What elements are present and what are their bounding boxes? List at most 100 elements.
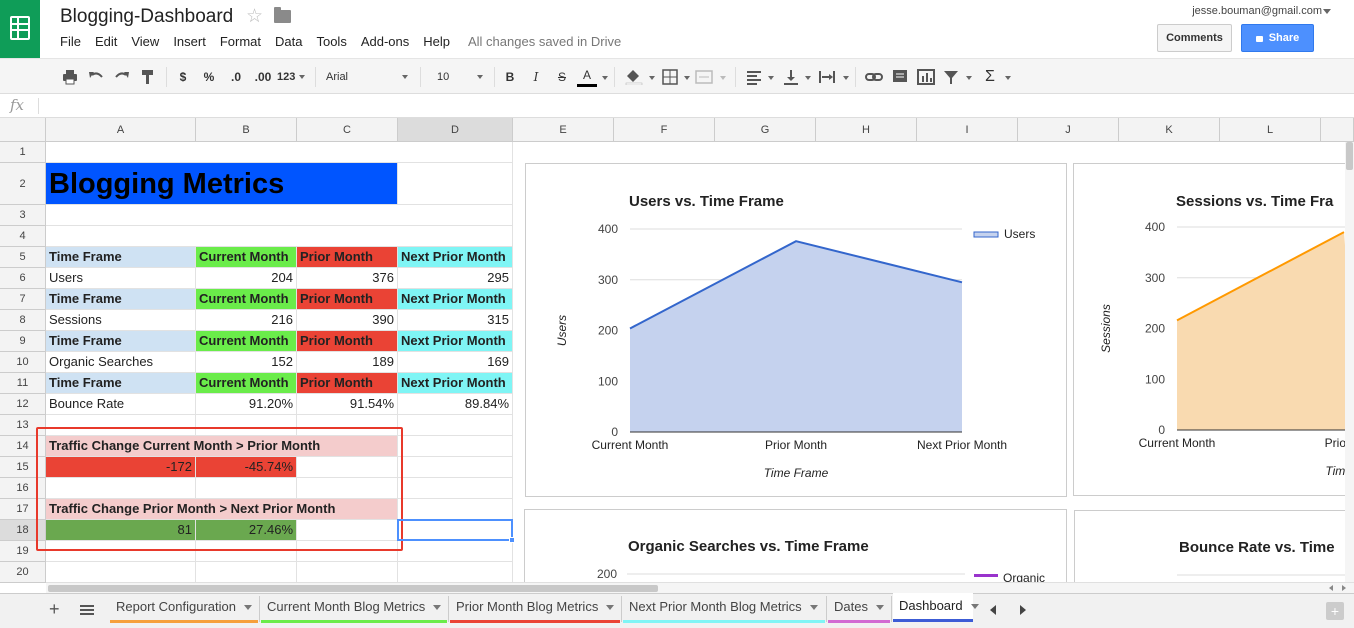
row-header[interactable]: 20 (0, 562, 46, 583)
fill-handle[interactable] (509, 537, 515, 543)
italic-button[interactable]: I (529, 67, 543, 87)
users-nextprior-cell[interactable]: 295 (398, 268, 513, 289)
spreadsheet-grid[interactable]: A B C D E F G H I J K L 1 2 3 4 5 6 7 8 … (0, 118, 1354, 593)
row-header[interactable]: 10 (0, 352, 46, 373)
organic-label-cell[interactable]: Organic Searches (46, 352, 196, 373)
sessions-current-cell[interactable]: 216 (196, 310, 297, 331)
menu-edit[interactable]: Edit (95, 34, 117, 49)
prior-month-header-cell[interactable]: Prior Month (297, 247, 398, 268)
text-wrapping-icon[interactable] (818, 69, 836, 85)
row-header[interactable]: 4 (0, 226, 46, 247)
bounce-nextprior-cell[interactable]: 89.84% (398, 394, 513, 415)
folder-icon[interactable] (274, 7, 291, 23)
row-header[interactable]: 1 (0, 142, 46, 163)
row-header[interactable]: 9 (0, 331, 46, 352)
row-header[interactable]: 8 (0, 310, 46, 331)
number-format-dropdown[interactable]: 123 (277, 67, 306, 87)
chevron-down-icon[interactable] (805, 76, 811, 80)
menu-tools[interactable]: Tools (316, 34, 346, 49)
column-header[interactable]: G (715, 118, 816, 142)
chevron-down-icon[interactable] (649, 76, 655, 80)
tab-dates[interactable]: Dates (828, 594, 890, 623)
sessions-prior-cell[interactable]: 390 (297, 310, 398, 331)
timeframe-header-cell[interactable]: Time Frame (46, 331, 196, 352)
comments-button[interactable]: Comments (1157, 24, 1232, 52)
chevron-down-icon[interactable] (684, 76, 690, 80)
currency-format-button[interactable]: $ (176, 67, 190, 87)
bounce-label-cell[interactable]: Bounce Rate (46, 394, 196, 415)
organic-nextprior-cell[interactable]: 169 (398, 352, 513, 373)
horizontal-scroll-thumb[interactable] (48, 585, 658, 592)
menu-format[interactable]: Format (220, 34, 261, 49)
bounce-prior-cell[interactable]: 91.54% (297, 394, 398, 415)
increase-decimal-button[interactable]: .00 (252, 67, 274, 87)
functions-icon[interactable]: Σ (983, 67, 997, 87)
account-email[interactable]: jesse.bouman@gmail.com (1192, 5, 1322, 17)
sessions-nextprior-cell[interactable]: 315 (398, 310, 513, 331)
menu-data[interactable]: Data (275, 34, 302, 49)
formula-input[interactable] (46, 94, 1346, 117)
row-header[interactable]: 11 (0, 373, 46, 394)
document-title[interactable]: Blogging-Dashboard (60, 6, 233, 28)
timeframe-header-cell[interactable]: Time Frame (46, 247, 196, 268)
bold-button[interactable]: B (503, 67, 517, 87)
tab-next-prior-month-blog-metrics[interactable]: Next Prior Month Blog Metrics (623, 594, 825, 623)
row-header[interactable]: 12 (0, 394, 46, 415)
explore-icon[interactable]: + (1326, 602, 1344, 620)
chevron-down-icon[interactable] (602, 76, 608, 80)
column-header[interactable]: I (917, 118, 1018, 142)
column-header[interactable]: C (297, 118, 398, 142)
column-header[interactable]: K (1119, 118, 1220, 142)
row-header[interactable]: 6 (0, 268, 46, 289)
decrease-decimal-button[interactable]: .0 (226, 67, 246, 87)
insert-link-icon[interactable] (865, 69, 883, 85)
timeframe-header-cell[interactable]: Time Frame (46, 373, 196, 394)
organic-chart[interactable]: Organic Searches vs. Time Frame 200 Orga… (524, 509, 1067, 593)
vertical-scrollbar[interactable] (1345, 142, 1354, 582)
column-header[interactable]: L (1220, 118, 1321, 142)
row-header[interactable]: 5 (0, 247, 46, 268)
font-family-dropdown[interactable]: Arial (326, 67, 410, 87)
chevron-down-icon[interactable] (1323, 9, 1331, 14)
prior-month-header-cell[interactable]: Prior Month (297, 331, 398, 352)
scroll-right-icon[interactable] (1342, 585, 1346, 591)
column-header[interactable] (1321, 118, 1354, 142)
chevron-down-icon[interactable] (768, 76, 774, 80)
menu-view[interactable]: View (131, 34, 159, 49)
strikethrough-button[interactable]: S (555, 67, 569, 87)
current-month-header-cell[interactable]: Current Month (196, 289, 297, 310)
users-current-cell[interactable]: 204 (196, 268, 297, 289)
row-header[interactable]: 2 (0, 163, 46, 205)
chevron-down-icon[interactable] (1005, 76, 1011, 80)
merge-cells-icon[interactable] (695, 69, 713, 85)
horizontal-align-icon[interactable] (746, 69, 762, 85)
scroll-left-icon[interactable] (1329, 585, 1333, 591)
column-header[interactable]: A (46, 118, 196, 142)
menu-help[interactable]: Help (423, 34, 450, 49)
text-color-button[interactable]: A (577, 67, 597, 87)
prior-month-header-cell[interactable]: Prior Month (297, 289, 398, 310)
cell[interactable] (398, 163, 513, 205)
current-month-header-cell[interactable]: Current Month (196, 331, 297, 352)
all-sheets-list-icon[interactable] (80, 604, 94, 616)
cell-row3[interactable] (46, 205, 513, 226)
borders-icon[interactable] (662, 69, 678, 85)
tabs-scroll-right-icon[interactable] (1020, 605, 1026, 615)
tab-current-month-blog-metrics[interactable]: Current Month Blog Metrics (261, 594, 447, 623)
percent-format-button[interactable]: % (202, 67, 216, 87)
cell-row1[interactable] (46, 142, 513, 163)
menu-insert[interactable]: Insert (173, 34, 206, 49)
active-cell-selection[interactable] (397, 519, 513, 541)
redo-icon[interactable] (114, 69, 130, 85)
menu-file[interactable]: File (60, 34, 81, 49)
column-header[interactable]: H (816, 118, 917, 142)
next-prior-month-header-cell[interactable]: Next Prior Month (398, 247, 513, 268)
star-icon[interactable]: ☆ (246, 5, 263, 28)
next-prior-month-header-cell[interactable]: Next Prior Month (398, 331, 513, 352)
current-month-header-cell[interactable]: Current Month (196, 247, 297, 268)
organic-current-cell[interactable]: 152 (196, 352, 297, 373)
sheets-app-icon[interactable] (0, 0, 40, 58)
select-all-corner[interactable] (0, 118, 46, 142)
save-status[interactable]: All changes saved in Drive (468, 34, 621, 49)
users-label-cell[interactable]: Users (46, 268, 196, 289)
